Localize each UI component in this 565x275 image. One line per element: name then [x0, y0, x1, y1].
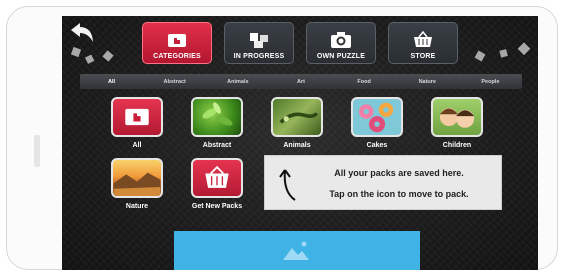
get-new-packs-thumbnail [191, 158, 243, 198]
info-line-saved: All your packs are saved here. [334, 168, 464, 178]
top-toolbar: CATEGORIES IN PROGRESS OWN PUZZLE STORE [142, 22, 458, 68]
tab-nature[interactable]: Nature [396, 79, 459, 85]
tab-food[interactable]: Food [333, 79, 396, 85]
children-thumbnail [431, 97, 483, 137]
app-screen: CATEGORIES IN PROGRESS OWN PUZZLE STORE [62, 16, 538, 270]
animals-thumbnail [271, 97, 323, 137]
basket-icon [414, 31, 432, 47]
own-puzzle-button[interactable]: OWN PUZZLE [306, 22, 376, 64]
category-label: Get New Packs [191, 203, 243, 210]
basket-icon [205, 165, 229, 188]
curved-arrow-icon [279, 169, 296, 201]
category-label: Abstract [202, 142, 232, 149]
store-button[interactable]: STORE [388, 22, 458, 64]
tab-people[interactable]: People [459, 79, 522, 85]
category-label: Nature [125, 203, 149, 210]
cakes-thumbnail [351, 97, 403, 137]
category-label: Cakes [366, 142, 388, 149]
category-label: All [132, 142, 142, 149]
image-placeholder-icon [283, 241, 309, 260]
nature-thumbnail [111, 158, 163, 198]
all-thumbnail [111, 97, 163, 137]
tab-all[interactable]: All [80, 79, 143, 85]
puzzle-piece-decor-icon [474, 42, 531, 62]
in-progress-label: IN PROGRESS [233, 53, 285, 60]
landscape-icon [113, 172, 161, 196]
category-tile-cakes[interactable]: Cakes [348, 97, 406, 149]
leaves-icon [202, 102, 233, 126]
category-tile-animals[interactable]: Animals [268, 97, 326, 149]
category-tile-get-new-packs[interactable]: Get New Packs [188, 158, 246, 210]
back-arrow-icon[interactable] [68, 22, 96, 44]
categories-button[interactable]: CATEGORIES [142, 22, 212, 64]
categories-label: CATEGORIES [153, 53, 201, 60]
donuts-icon [359, 102, 394, 133]
category-tile-abstract[interactable]: Abstract [188, 97, 246, 149]
children-faces-icon [439, 108, 475, 128]
category-label: Children [442, 142, 472, 149]
category-tile-nature[interactable]: Nature [108, 158, 166, 210]
tab-art[interactable]: Art [269, 79, 332, 85]
categories-icon [125, 108, 149, 126]
info-line-tap: Tap on the icon to move to pack. [329, 189, 469, 199]
info-panel: All your packs are saved here. Tap on th… [264, 155, 502, 210]
category-label: Animals [283, 142, 311, 149]
category-tile-all[interactable]: All [108, 97, 166, 149]
lizard-icon [279, 112, 319, 124]
in-progress-button[interactable]: IN PROGRESS [224, 22, 294, 64]
camera-icon [331, 32, 351, 48]
tab-abstract[interactable]: Abstract [143, 79, 206, 85]
device-side-notch [34, 135, 40, 167]
ad-banner[interactable] [174, 231, 420, 270]
category-tile-children[interactable]: Children [428, 97, 486, 149]
tab-animals[interactable]: Animals [206, 79, 269, 85]
puzzle-piece-decor-icon [70, 46, 114, 64]
own-puzzle-label: OWN PUZZLE [316, 53, 366, 60]
puzzle-pieces-icon [250, 33, 268, 48]
categories-icon [168, 34, 186, 47]
abstract-thumbnail [191, 97, 243, 137]
category-tabs: All Abstract Animals Art Food Nature Peo… [80, 74, 522, 89]
store-label: STORE [410, 53, 436, 60]
